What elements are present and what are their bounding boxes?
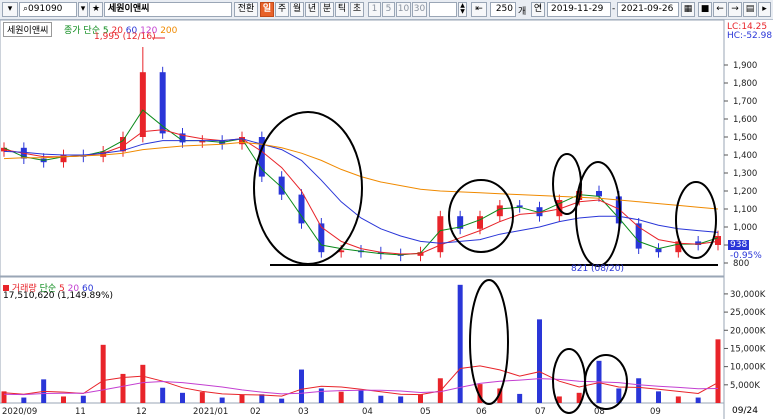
price-tick-label: 1,900	[733, 61, 757, 71]
x-axis-label: 06	[476, 407, 487, 417]
candle-body	[496, 205, 503, 217]
candle-body	[60, 155, 67, 163]
candle-body	[437, 216, 444, 253]
volume-bar	[378, 395, 384, 403]
volume-bar	[299, 369, 304, 403]
volume-value-label: 17,510,620 (1,149.89%)	[3, 291, 114, 301]
volume-tick-label: 10,000K	[730, 363, 766, 373]
low-price-label: 821 (08/20)	[571, 264, 624, 274]
candle-body	[715, 236, 721, 245]
x-axis-label: 07	[535, 407, 546, 417]
volume-bar	[457, 284, 463, 403]
volume-bar	[219, 397, 225, 403]
x-axis-label: 09	[650, 407, 661, 417]
volume-tick-label: 30,000K	[730, 290, 766, 300]
price-tick-label: 1,300	[733, 169, 757, 179]
volume-bar	[537, 319, 542, 403]
volume-bar	[715, 339, 721, 403]
volume-bar	[21, 397, 27, 403]
price-tick-label: 1,400	[733, 151, 757, 161]
hc-label: HC:-52.98	[727, 31, 773, 41]
stock-chart: 8009001,0001,1001,2001,3001,4001,5001,60…	[0, 19, 766, 419]
price-tick-label: 1,000	[733, 223, 757, 233]
candle-body	[139, 72, 146, 137]
ma200-label: 200	[160, 26, 178, 36]
annotation-circle	[575, 161, 621, 267]
annotation-circle	[469, 279, 509, 405]
price-tick-label: 1,100	[733, 205, 757, 215]
price-tick-label: 1,200	[733, 187, 757, 197]
volume-bar	[636, 378, 642, 403]
price-tick-label: 1,600	[733, 115, 757, 125]
x-axis-label: 04	[362, 407, 373, 417]
last-date-label: 09/24	[732, 406, 758, 416]
volume-bar	[80, 395, 86, 403]
volume-bar	[180, 392, 185, 403]
change-label: -0.95%	[730, 251, 762, 261]
annotation-circle	[448, 179, 514, 253]
candle-body	[655, 248, 662, 253]
x-axis-label: 2020/09	[2, 407, 37, 417]
volume-bar	[160, 387, 166, 403]
volume-bar	[279, 398, 285, 403]
x-axis-label: 12	[136, 407, 147, 417]
volume-tick-label: 5,000K	[730, 381, 760, 391]
price-tick-label: 1,800	[733, 79, 757, 89]
volume-bar	[120, 373, 126, 403]
volume-bar	[338, 391, 344, 403]
volume-bar	[100, 344, 106, 403]
volume-bar	[418, 394, 423, 403]
annotation-circle	[675, 181, 717, 259]
volume-bar	[656, 391, 661, 403]
price-tick-label: 1,500	[733, 133, 757, 143]
volume-tick-label: 25,000K	[730, 308, 766, 318]
volume-bar	[61, 396, 66, 403]
x-axis-label: 2021/01	[193, 407, 228, 417]
volume-bar	[398, 396, 404, 403]
volume-tick-label: 20,000K	[730, 326, 766, 336]
volume-bar	[695, 397, 701, 403]
x-axis-label: 05	[420, 407, 431, 417]
candle-body	[596, 191, 602, 197]
volume-bar	[517, 393, 523, 403]
high-price-label: 1,995 (12/16)	[94, 32, 156, 42]
volume-bar	[318, 388, 324, 403]
last-price-tag: 938	[728, 240, 750, 250]
candle-body	[318, 223, 325, 253]
volume-bar	[140, 364, 146, 403]
volume-bar	[239, 395, 245, 403]
stock-tag: 세원이앤씨	[3, 22, 53, 37]
volume-bar	[199, 392, 205, 403]
x-axis-label: 11	[75, 407, 86, 417]
volume-tick-label: 15,000K	[730, 344, 766, 354]
annotation-circle	[253, 111, 363, 265]
volume-bar	[358, 389, 364, 403]
volume-bar	[675, 396, 681, 403]
x-axis-label: 02	[250, 407, 261, 417]
price-tick-label: 1,700	[733, 97, 757, 107]
x-axis-label: 03	[298, 407, 309, 417]
